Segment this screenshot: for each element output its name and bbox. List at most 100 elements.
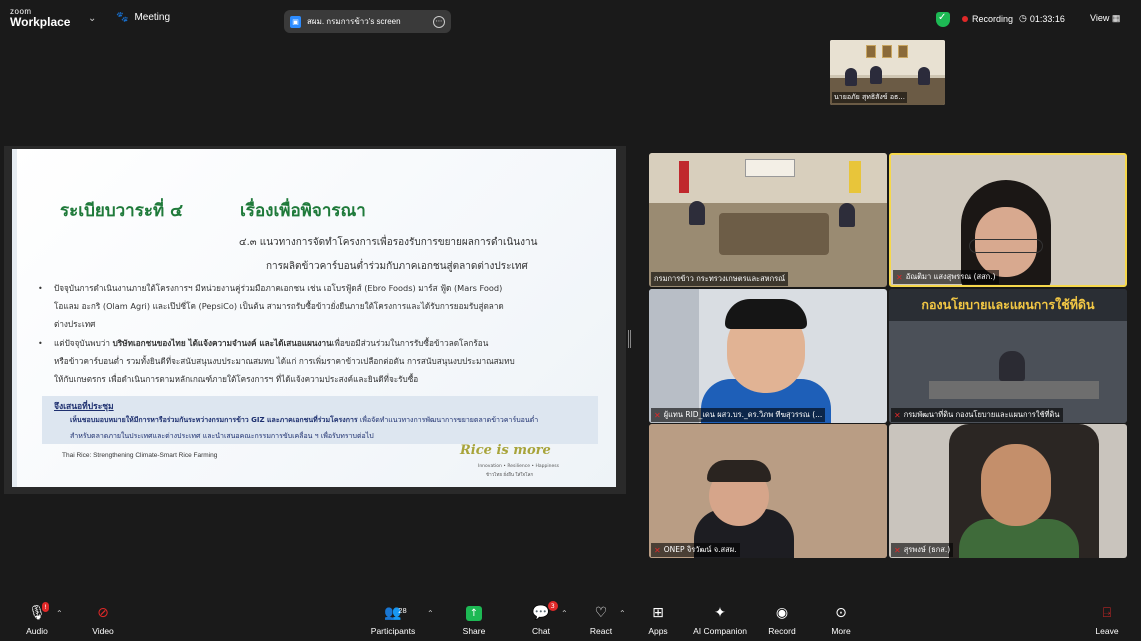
apps-button[interactable]: ⊞ Apps xyxy=(628,604,688,636)
muted-mic-icon: ✕ xyxy=(894,545,901,555)
bullet-2-text: แต่ปัจจุบันพบว่า xyxy=(54,338,113,348)
video-tile[interactable]: ✕ สุรพงษ์ (ธกส.) xyxy=(889,424,1127,558)
top-bar: zoom Workplace ⌄ 🐾 Meeting ▣ สผม. กรมการ… xyxy=(0,0,1141,40)
more-button[interactable]: ⊙ More xyxy=(811,604,871,636)
ai-companion-label: AI Companion xyxy=(693,626,747,636)
participant-figure xyxy=(689,201,705,225)
participant-figure xyxy=(918,67,930,85)
meeting-toolbar: 🎙! Audio ⌃ ⊘ Video 👥 28 Participants ⌃ ↑ … xyxy=(0,600,1141,641)
video-tile[interactable]: กรมการข้าว กระทรวงเกษตรและสหกรณ์ xyxy=(649,153,887,287)
split-resize-handle[interactable] xyxy=(628,330,631,348)
participant-face xyxy=(981,444,1051,526)
participants-icon: 👥 28 xyxy=(384,604,406,622)
view-label: View xyxy=(1090,13,1110,23)
shared-slide[interactable]: ระเบียบวาระที่ ๔ เรื่องเพื่อพิจารณา ๔.๓ … xyxy=(12,149,616,487)
encryption-shield-icon[interactable] xyxy=(936,12,950,27)
leave-button[interactable]: ⍈ Leave xyxy=(1077,604,1137,636)
apps-label: Apps xyxy=(648,626,668,636)
video-button[interactable]: ⊘ Video xyxy=(73,604,133,636)
bullet-1-line2: โอแลม อะกริ (Olam Agri) และเป๊ปซี่โค (Pe… xyxy=(54,301,504,311)
chevron-down-icon[interactable]: ⌄ xyxy=(88,13,96,24)
rice-is-more-logo: Rice is more xyxy=(460,443,551,458)
view-menu-button[interactable]: View ▦ xyxy=(1090,13,1120,24)
recording-indicator[interactable]: Recording xyxy=(962,14,1013,24)
video-tile[interactable]: ✕ ผู้แทน RID_เดน ผสว.บร._ดร.วิภพ ทีฆสุวรร… xyxy=(649,289,887,423)
floating-video-thumbnail[interactable]: นายอภัย สุทธิสังข์ อธ... xyxy=(830,40,945,105)
participants-options-caret-icon[interactable]: ⌃ xyxy=(427,609,434,618)
tile-caption: ✕ ผู้แทน RID_เดน ผสว.บร._ดร.วิภพ ทีฆสุวรร… xyxy=(651,408,826,422)
proposal-rest: เพื่อจัดทำแนวทางการพัฒนาการขยายตลาดข้าวค… xyxy=(357,416,539,424)
more-options-icon[interactable]: ⋯ xyxy=(433,15,445,28)
leave-label: Leave xyxy=(1095,626,1119,636)
recording-label: Recording xyxy=(972,14,1014,24)
desk xyxy=(929,381,1099,399)
record-label: Record xyxy=(768,626,796,636)
more-dots-icon: ⊙ xyxy=(835,605,847,621)
share-screen-icon: ↑ xyxy=(466,606,482,621)
chat-unread-badge: 3 xyxy=(547,601,558,611)
share-button[interactable]: ↑ Share xyxy=(444,604,504,636)
screen-share-indicator[interactable]: ▣ สผม. กรมการข้าว's screen ⋯ xyxy=(284,10,451,33)
participant-figure xyxy=(870,66,882,84)
tile-name: อัณติมา แสงสุพรรณ (สสก.) xyxy=(905,272,996,281)
view-grid-icon: ▦ xyxy=(1111,13,1121,23)
tile-banner: กองนโยบายและแผนการใช้ที่ดิน xyxy=(889,289,1127,321)
participant-hair xyxy=(725,299,807,329)
record-icon: ◉ xyxy=(775,605,789,621)
sparkle-icon: ✦ xyxy=(714,605,726,621)
apps-grid-icon: ⊞ xyxy=(652,605,664,621)
bullet-dot: • xyxy=(38,284,43,293)
ai-companion-button[interactable]: ✦ AI Companion xyxy=(690,604,750,636)
recording-dot-icon xyxy=(962,16,968,22)
zoom-workplace-logo[interactable]: zoom Workplace xyxy=(10,8,71,29)
video-tile-active-speaker[interactable]: ✕ อัณติมา แสงสุพรรณ (สสก.) xyxy=(889,153,1127,287)
bullet-2-line3: ให้กับเกษตรกร เพื่อดำเนินการตามหลักเกณฑ์… xyxy=(54,374,419,384)
audio-options-caret-icon[interactable]: ⌃ xyxy=(56,609,63,618)
room-background xyxy=(649,289,699,423)
video-tile[interactable]: ✕ ONEP จิรวัฒน์ จ.สสผ. xyxy=(649,424,887,558)
brand-line2: Workplace xyxy=(10,15,71,29)
video-off-icon: ⊘ xyxy=(97,605,109,621)
bullet-1-line1: ปัจจุบันการดำเนินงานภายใต้โครงการฯ มีหน่… xyxy=(54,283,503,293)
proposal-bold: เห็นชอบมอบหมายให้มีการหารือร่วมกันระหว่า… xyxy=(70,416,358,424)
slide-border xyxy=(12,149,17,487)
bullet-2-rest-text: เพื่อขอมีส่วนร่วมในการรับซื้อข้าวลดโลกร้… xyxy=(331,338,489,348)
meeting-label: Meeting xyxy=(134,12,171,23)
mic-warning-badge: ! xyxy=(42,602,49,612)
proposal-line2: สำหรับตลาดภายในประเทศและต่างประเทศ และนำ… xyxy=(70,432,374,440)
share-label: Share xyxy=(462,626,486,636)
tile-name: สุรพงษ์ (ธกส.) xyxy=(903,545,951,554)
slide-subtitle-line1: ๔.๓ แนวทางการจัดทำโครงการเพื่อรองรับการข… xyxy=(239,237,538,248)
participant-figure xyxy=(845,68,857,86)
microphone-muted-icon: 🎙! xyxy=(28,602,49,621)
tile-name: กรมการข้าว กระทรวงเกษตรและสหกรณ์ xyxy=(654,274,786,283)
tile-caption: ✕ อัณติมา แสงสุพรรณ (สสก.) xyxy=(893,270,999,284)
muted-mic-icon: ✕ xyxy=(654,545,661,555)
portrait-frame xyxy=(882,45,892,58)
bullet-2-line1: แต่ปัจจุบันพบว่า บริษัทเอกชนของไทย ได้แจ… xyxy=(54,335,488,352)
thumbnail-caption: นายอภัย สุทธิสังข์ อธ... xyxy=(832,92,907,103)
participants-button[interactable]: 👥 28 Participants xyxy=(363,604,423,636)
flag xyxy=(679,161,689,193)
record-button[interactable]: ◉ Record xyxy=(752,604,812,636)
tile-caption: ✕ ONEP จิรวัฒน์ จ.สสผ. xyxy=(651,543,740,557)
bullet-dot: • xyxy=(38,339,43,348)
chat-icon: 💬 3 xyxy=(532,601,558,622)
tile-name: ONEP จิรวัฒน์ จ.สสผ. xyxy=(663,545,737,554)
tile-caption: ✕ สุรพงษ์ (ธกส.) xyxy=(891,543,954,557)
muted-mic-icon: ✕ xyxy=(654,410,661,420)
logo-tagline-thai: ข้าวไทย ยั่งยืน ใส่ใจโลก xyxy=(486,473,534,478)
video-tile[interactable]: กองนโยบายและแผนการใช้ที่ดิน ✕ กรมพัฒนาที่… xyxy=(889,289,1127,423)
meeting-menu-button[interactable]: 🐾 Meeting xyxy=(116,12,170,23)
flag xyxy=(849,161,861,193)
participants-count: 28 xyxy=(398,606,407,615)
proposal-line1: เห็นชอบมอบหมายให้มีการหารือร่วมกันระหว่า… xyxy=(70,415,538,426)
meeting-timer: ◷ 01:33:16 xyxy=(1019,13,1065,24)
chat-options-caret-icon[interactable]: ⌃ xyxy=(561,609,568,618)
react-options-caret-icon[interactable]: ⌃ xyxy=(619,609,626,618)
proposal-heading: จึงเสนอที่ประชุม xyxy=(54,402,114,412)
participant-hair xyxy=(707,460,771,482)
bullet-2-line2: หรือข้าวคาร์บอนต่ำ รวมทั้งยินดีที่จะสนับ… xyxy=(54,356,515,366)
muted-mic-icon: ✕ xyxy=(896,272,903,282)
tile-caption: ✕ กรมพัฒนาที่ดิน กองนโยบายและแผนการใช้ที่… xyxy=(891,408,1063,422)
